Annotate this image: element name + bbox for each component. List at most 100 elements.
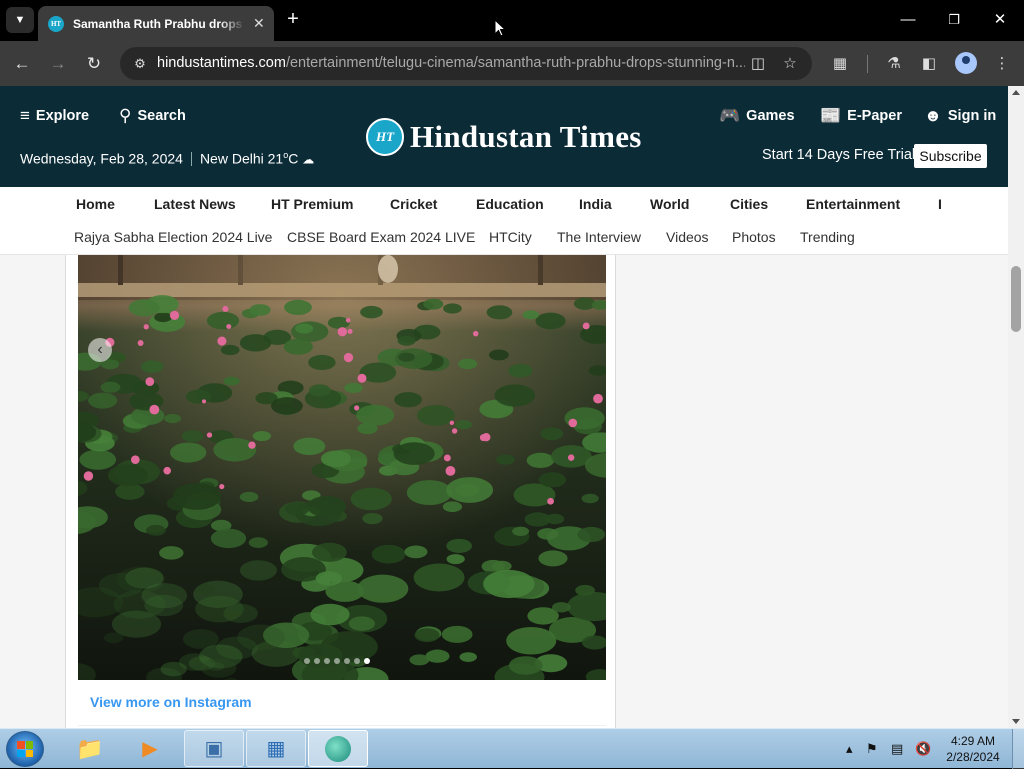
nav-item-cities[interactable]: Cities: [730, 196, 768, 212]
epaper-link[interactable]: 📰 E-Paper: [820, 106, 902, 126]
nav-item-cbse[interactable]: CBSE Board Exam 2024 LIVE: [287, 229, 475, 245]
taskbar-browser[interactable]: [308, 730, 368, 767]
scroll-up-arrow-icon[interactable]: [1012, 90, 1020, 95]
nav-item-trending[interactable]: Trending: [800, 229, 855, 245]
carousel-prev-button[interactable]: ‹: [88, 338, 112, 362]
carousel-dots: [304, 658, 370, 664]
carousel-dot: [324, 658, 330, 664]
nav-item-htcity[interactable]: HTCity: [489, 229, 532, 245]
start-button[interactable]: [6, 731, 44, 767]
address-bar[interactable]: ⚙ hindustantimes.com/entertainment/telug…: [120, 47, 812, 80]
hamburger-icon: ≡: [20, 106, 30, 125]
forward-button[interactable]: →: [44, 50, 72, 78]
tab-search-button[interactable]: ▼: [6, 7, 34, 33]
scroll-thumb[interactable]: [1011, 266, 1021, 332]
ht-logo-text: Hindustan Times: [410, 119, 642, 154]
extensions-icon[interactable]: ▦: [829, 53, 851, 75]
ht-logo-mark: HT: [366, 118, 404, 156]
browser-icon: [325, 735, 351, 762]
tab-strip: ▼ HT Samantha Ruth Prabhu drops stunning…: [0, 0, 1024, 41]
primary-nav: Home Latest News HT Premium Cricket Educ…: [0, 187, 1008, 221]
carousel-dot: [314, 658, 320, 664]
install-app-icon[interactable]: ◫: [748, 54, 768, 74]
nav-item-ht-premium[interactable]: HT Premium: [271, 196, 353, 212]
subscribe-button[interactable]: Subscribe: [914, 144, 987, 168]
nav-item-india[interactable]: India: [579, 196, 612, 212]
nav-item-videos[interactable]: Videos: [666, 229, 709, 245]
tray-expand-icon[interactable]: ▴: [846, 741, 853, 757]
nav-item-cricket[interactable]: Cricket: [390, 196, 437, 212]
restore-button[interactable]: ❐: [934, 6, 974, 34]
url-text[interactable]: hindustantimes.com/entertainment/telugu-…: [157, 55, 745, 71]
folder-icon: 📁: [76, 735, 104, 761]
carousel-dot: [354, 658, 360, 664]
nav-item-education[interactable]: Education: [476, 196, 544, 212]
taskbar-app-1[interactable]: ▣: [184, 730, 244, 767]
gamepad-icon: 🎮: [719, 106, 741, 125]
back-button[interactable]: ←: [8, 50, 36, 78]
nav-item-rajya-sabha[interactable]: Rajya Sabha Election 2024 Live: [74, 229, 272, 245]
page-viewport: ≡ Explore ⚲ Search Wednesday, Feb 28, 20…: [0, 86, 1008, 728]
side-panel-icon[interactable]: ◧: [918, 53, 940, 75]
new-tab-button[interactable]: +: [282, 8, 304, 32]
taskbar-media-player[interactable]: ▶: [120, 730, 180, 767]
secondary-nav: Rajya Sabha Election 2024 Live CBSE Boar…: [0, 221, 1008, 255]
bookmark-star-icon[interactable]: ☆: [780, 54, 800, 74]
clock-date: 2/28/2024: [946, 750, 1000, 764]
free-trial-text[interactable]: Start 14 Days Free Trial: [762, 147, 915, 163]
sign-in-link[interactable]: ☻ Sign in: [924, 106, 996, 126]
close-window-button[interactable]: ✕: [980, 6, 1020, 34]
system-clock[interactable]: 4:29 AM 2/28/2024: [940, 733, 1006, 765]
nav-item-world[interactable]: World: [650, 196, 689, 212]
user-icon: ☻: [924, 106, 942, 125]
volume-muted-icon[interactable]: 🔇: [915, 741, 931, 757]
nav-item-photos[interactable]: Photos: [732, 229, 776, 245]
carousel-dot: [334, 658, 340, 664]
explore-menu[interactable]: ≡ Explore: [20, 106, 89, 126]
windows-taskbar: 📁 ▶ ▣ ▦ ▴ ⚑ ▤ 🔇 4:29 AM 2/28/2024: [0, 728, 1024, 769]
carousel-dot: [364, 658, 370, 664]
network-icon[interactable]: ▤: [891, 741, 903, 757]
date-weather: Wednesday, Feb 28, 2024 New Delhi 21oC ☁: [20, 150, 315, 167]
search-link[interactable]: ⚲ Search: [119, 106, 186, 126]
instagram-embed: ‹ View more on Instagram: [65, 255, 616, 728]
cloud-icon: ☁: [302, 152, 315, 167]
clock-time: 4:29 AM: [950, 734, 996, 748]
nav-item-latest-news[interactable]: Latest News: [154, 196, 236, 212]
menu-kebab-icon[interactable]: ⋮: [991, 53, 1013, 75]
ht-favicon-icon: HT: [48, 15, 64, 32]
view-on-instagram-link[interactable]: View more on Instagram: [90, 694, 252, 710]
newspaper-icon: 📰: [820, 106, 842, 125]
action-center-flag-icon[interactable]: ⚑: [866, 741, 878, 757]
current-date: Wednesday, Feb 28, 2024: [20, 150, 183, 167]
site-info-icon[interactable]: ⚙: [131, 55, 149, 73]
nav-item-entertainment[interactable]: Entertainment: [806, 196, 900, 212]
ht-logo[interactable]: HT Hindustan Times: [366, 118, 642, 156]
tab-active[interactable]: HT Samantha Ruth Prabhu drops stunning n…: [38, 6, 274, 41]
toolbar-divider: [867, 55, 868, 73]
games-link[interactable]: 🎮 Games: [719, 106, 795, 126]
nav-item-overflow[interactable]: I: [938, 196, 942, 212]
nav-item-home[interactable]: Home: [76, 196, 115, 212]
tab-title: Samantha Ruth Prabhu drops stunning new …: [73, 16, 245, 31]
labs-flask-icon[interactable]: ⚗: [883, 53, 905, 75]
taskbar-explorer[interactable]: 📁: [60, 730, 120, 767]
show-desktop-button[interactable]: [1012, 729, 1024, 769]
carousel-dot: [304, 658, 310, 664]
close-icon[interactable]: ✕: [253, 15, 265, 32]
media-player-icon: ▶: [142, 738, 158, 760]
taskbar-app-2[interactable]: ▦: [246, 730, 306, 767]
control-panel-icon: ▦: [266, 738, 286, 760]
page-scrollbar[interactable]: [1008, 86, 1024, 728]
nav-item-the-interview[interactable]: The Interview: [557, 229, 641, 245]
chevron-down-icon: ▼: [14, 14, 26, 26]
scroll-down-arrow-icon[interactable]: [1012, 719, 1020, 724]
reload-button[interactable]: ↻: [80, 50, 108, 78]
post-image[interactable]: ‹: [78, 255, 606, 680]
card-divider: [78, 725, 606, 726]
site-header: ≡ Explore ⚲ Search Wednesday, Feb 28, 20…: [0, 86, 1008, 187]
carousel-dot: [344, 658, 350, 664]
windows-logo-icon: [17, 741, 33, 757]
minimize-button[interactable]: —: [888, 6, 928, 34]
profile-avatar[interactable]: [955, 52, 977, 74]
